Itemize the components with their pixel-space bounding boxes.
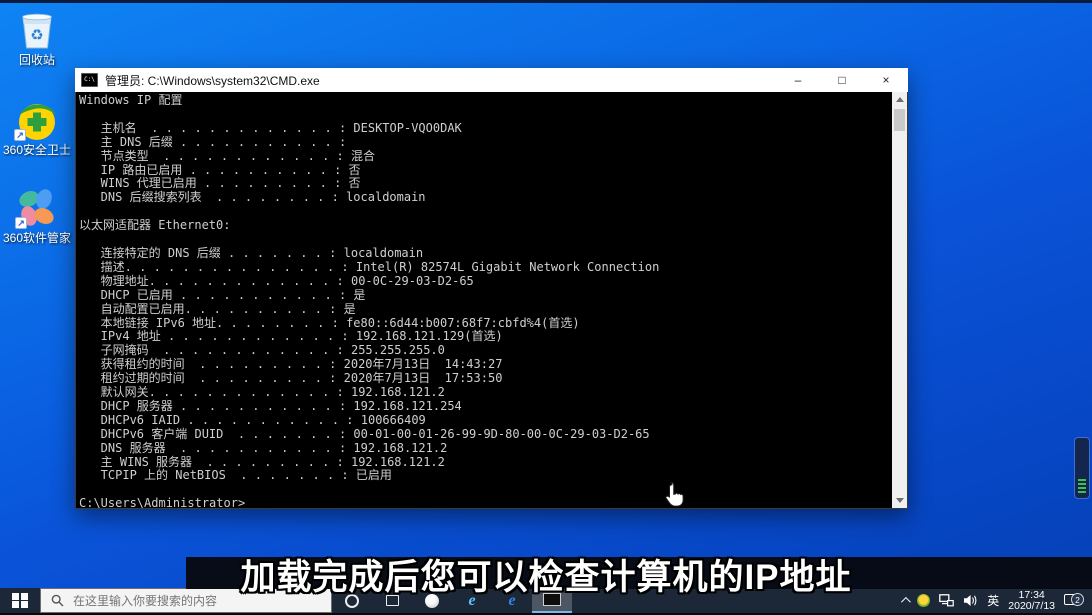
clock[interactable]: 17:34 2020/7/13 — [1008, 590, 1055, 612]
cmd-app-icon: C:\ — [81, 73, 98, 87]
desktop-icon-label: 回收站 — [0, 54, 74, 67]
svg-text:♻: ♻ — [30, 27, 43, 44]
subtitle-text: 加载完成后您可以检查计算机的IP地址 — [120, 549, 972, 600]
top-letterbox-strip — [0, 0, 1092, 3]
console-scrollbar[interactable] — [892, 92, 907, 508]
scroll-up-icon[interactable] — [892, 92, 907, 107]
desktop: ♻ 回收站 ↗ 360安全卫士 ↗ 360软件管家 — [0, 0, 1092, 615]
hand-cursor-icon — [662, 481, 688, 516]
360-edge-dock-widget[interactable] — [1074, 437, 1090, 499]
search-icon — [51, 594, 64, 607]
maximize-button[interactable]: □ — [820, 68, 864, 92]
cmd-console-area[interactable]: Windows IP 配置 主机名 . . . . . . . . . . . … — [75, 92, 908, 509]
edge-widget-bars-icon — [1078, 477, 1086, 493]
desktop-icon-label: 360安全卫士 — [0, 144, 74, 157]
360-software-manager-icon: ↗ — [14, 186, 60, 230]
desktop-icon-recycle-bin[interactable]: ♻ 回收站 — [0, 6, 74, 67]
console-output[interactable]: Windows IP 配置 主机名 . . . . . . . . . . . … — [79, 94, 890, 508]
360-safe-icon: ↗ — [13, 100, 61, 142]
windows-logo-icon — [12, 593, 28, 609]
desktop-icon-360-software-manager[interactable]: ↗ 360软件管家 — [0, 186, 74, 245]
cmd-titlebar[interactable]: C:\ 管理员: C:\Windows\system32\CMD.exe – □… — [75, 68, 908, 92]
ime-indicator[interactable]: 英 — [987, 592, 999, 609]
desktop-icon-label: 360软件管家 — [0, 232, 74, 245]
start-button[interactable] — [0, 588, 40, 613]
shortcut-arrow-icon: ↗ — [15, 217, 27, 229]
desktop-icon-360-safe[interactable]: ↗ 360安全卫士 — [0, 100, 74, 157]
shortcut-arrow-icon: ↗ — [14, 129, 26, 141]
close-button[interactable]: × — [864, 68, 908, 92]
minimize-button[interactable]: – — [776, 68, 820, 92]
tray-date: 2020/7/13 — [1008, 600, 1055, 612]
notification-badge: 2 — [1071, 593, 1084, 606]
notification-center-button[interactable]: 2 — [1064, 593, 1084, 609]
cmd-window-title: 管理员: C:\Windows\system32\CMD.exe — [105, 72, 776, 89]
scroll-down-icon[interactable] — [892, 493, 907, 508]
scrollbar-thumb[interactable] — [894, 109, 905, 131]
cmd-window: C:\ 管理员: C:\Windows\system32\CMD.exe – □… — [75, 68, 908, 509]
recycle-bin-icon: ♻ — [14, 6, 60, 52]
